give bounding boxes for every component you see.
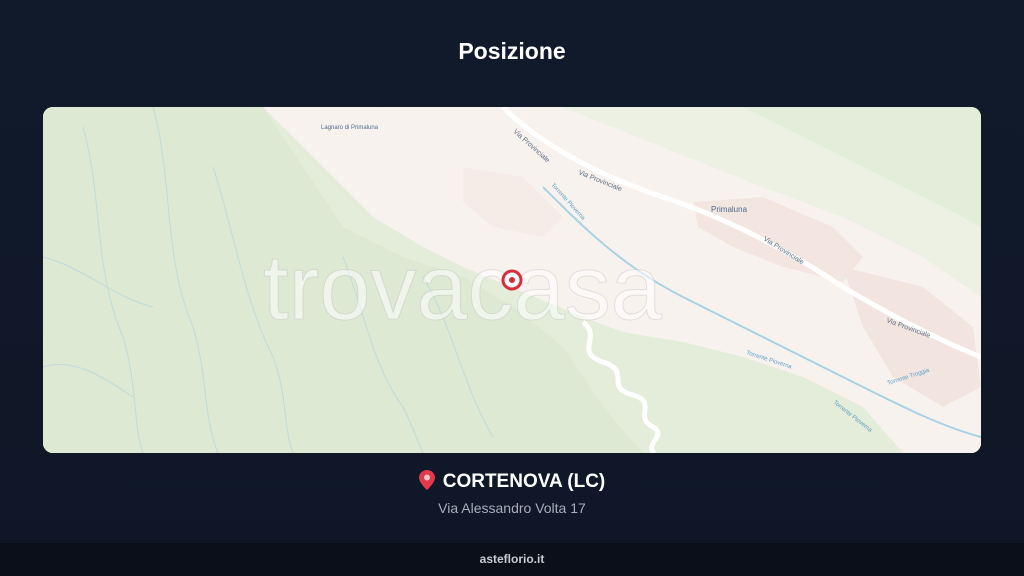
place-label-primaluna: Primaluna	[711, 205, 748, 214]
watermark-logo: trovacasa	[263, 237, 663, 339]
page-title: Posizione	[458, 38, 566, 64]
place-label-lagnaro: Lagnaro di Primaluna	[321, 125, 379, 131]
location-address: Via Alessandro Volta 17	[438, 500, 586, 516]
map-pin-icon	[418, 470, 435, 496]
map-canvas[interactable]: Lagnaro di Primaluna Primaluna Via Provi…	[43, 107, 981, 453]
footer-site[interactable]: asteflorio.it	[0, 543, 1024, 576]
location-heading: CORTENOVA (LC)	[0, 470, 1024, 496]
location-city: CORTENOVA (LC)	[442, 471, 606, 492]
location-marker-icon[interactable]	[501, 269, 523, 291]
map-view[interactable]: Lagnaro di Primaluna Primaluna Via Provi…	[43, 107, 981, 453]
